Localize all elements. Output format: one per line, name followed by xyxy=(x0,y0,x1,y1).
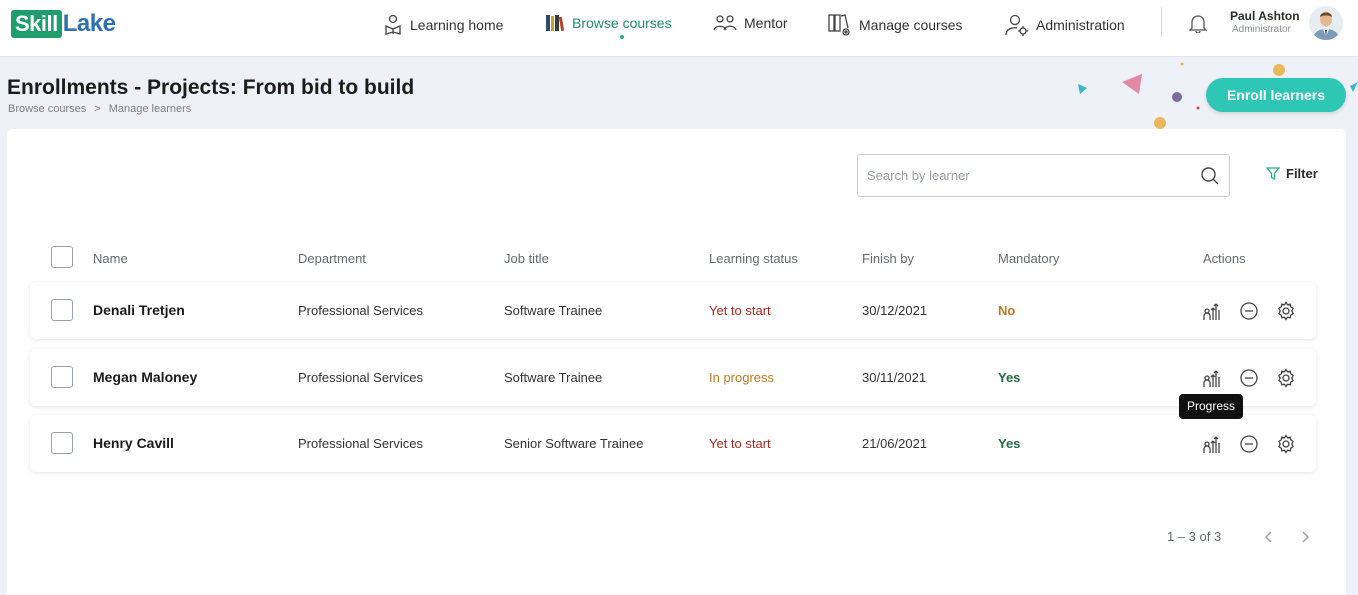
header-learning-status[interactable]: Learning status xyxy=(709,251,798,266)
learning-status-cell: Yet to start xyxy=(709,436,771,451)
search-box[interactable] xyxy=(857,154,1230,197)
table-row[interactable]: Henry Cavill Professional Services Senio… xyxy=(30,415,1316,472)
nav-manage-courses-label: Manage courses xyxy=(859,17,963,33)
settings-gear-icon[interactable] xyxy=(1276,301,1296,321)
nav-mentor[interactable]: Mentor xyxy=(713,8,788,38)
breadcrumb-manage-learners: Manage learners xyxy=(108,103,192,115)
settings-gear-icon[interactable] xyxy=(1276,434,1296,454)
header-job-title[interactable]: Job title xyxy=(504,251,549,266)
administration-icon xyxy=(1005,14,1028,36)
learning-home-icon xyxy=(385,14,401,35)
logo-lake-text: Lake xyxy=(62,10,116,37)
finish-by-cell: 30/11/2021 xyxy=(862,370,927,385)
remove-icon[interactable] xyxy=(1239,301,1259,321)
job-title-cell: Senior Software Trainee xyxy=(504,436,644,451)
nav-browse-courses-label: Browse courses xyxy=(572,15,672,31)
active-nav-indicator xyxy=(620,35,624,39)
chevron-right-icon[interactable] xyxy=(1297,529,1313,545)
skilllake-logo[interactable]: Skill Lake xyxy=(11,9,116,39)
progress-tooltip: Progress xyxy=(1179,394,1244,419)
page-title: Enrollments - Projects: From bid to buil… xyxy=(7,76,415,99)
header-name[interactable]: Name xyxy=(93,251,128,266)
nav-divider xyxy=(1161,7,1162,37)
filter-label: Filter xyxy=(1286,166,1318,181)
breadcrumb: Browse courses > Manage learners xyxy=(8,103,191,115)
header-actions: Actions xyxy=(1203,251,1246,266)
remove-icon[interactable] xyxy=(1239,368,1259,388)
top-navigation-bar: Skill Lake Learning home Browse courses … xyxy=(0,0,1358,57)
enroll-learners-button[interactable]: Enroll learners xyxy=(1206,78,1346,112)
finish-by-cell: 21/06/2021 xyxy=(862,436,928,451)
logo-skill-text: Skill xyxy=(11,10,62,38)
finish-by-cell: 30/12/2021 xyxy=(862,303,928,318)
learner-name[interactable]: Megan Maloney xyxy=(93,349,197,406)
enrollments-card: Filter Name Department Job title Learnin… xyxy=(7,129,1346,595)
search-icon[interactable] xyxy=(1200,166,1220,186)
filter-icon xyxy=(1266,166,1280,180)
manage-courses-icon xyxy=(828,14,850,36)
bell-icon[interactable] xyxy=(1189,13,1207,33)
row-checkbox[interactable] xyxy=(51,366,73,388)
row-checkbox[interactable] xyxy=(51,299,73,321)
learning-status-cell: Yet to start xyxy=(709,303,771,318)
user-name: Paul Ashton xyxy=(1230,9,1300,23)
learning-status-cell: In progress xyxy=(709,370,775,385)
mentor-icon xyxy=(713,15,737,31)
chevron-left-icon[interactable] xyxy=(1261,529,1277,545)
learner-name[interactable]: Denali Tretjen xyxy=(93,282,185,339)
header-department[interactable]: Department xyxy=(298,251,366,266)
nav-administration-label: Administration xyxy=(1036,17,1125,33)
pagination-range: 1 – 3 of 3 xyxy=(1167,529,1222,544)
progress-icon[interactable] xyxy=(1202,301,1222,321)
books-icon xyxy=(546,15,565,32)
table-row[interactable]: Denali Tretjen Professional Services Sof… xyxy=(30,282,1316,339)
table-row[interactable]: Megan Maloney Professional Services Soft… xyxy=(30,349,1316,406)
select-all-checkbox[interactable] xyxy=(51,246,73,268)
remove-icon[interactable] xyxy=(1239,434,1259,454)
mandatory-cell: No xyxy=(998,303,1016,318)
filter-button[interactable]: Filter xyxy=(1266,166,1318,181)
progress-icon[interactable] xyxy=(1202,434,1222,454)
mandatory-cell: Yes xyxy=(998,436,1021,451)
header-finish-by[interactable]: Finish by xyxy=(862,251,914,266)
breadcrumb-browse-courses[interactable]: Browse courses xyxy=(8,103,86,115)
breadcrumb-separator: > xyxy=(94,103,101,115)
job-title-cell: Software Trainee xyxy=(504,303,603,318)
mandatory-cell: Yes xyxy=(998,370,1021,385)
department-cell: Professional Services xyxy=(298,436,423,451)
header-mandatory[interactable]: Mandatory xyxy=(998,251,1059,266)
department-cell: Professional Services xyxy=(298,303,423,318)
avatar-image xyxy=(1309,6,1343,40)
department-cell: Professional Services xyxy=(298,370,423,385)
learner-name[interactable]: Henry Cavill xyxy=(93,415,174,472)
row-checkbox[interactable] xyxy=(51,432,73,454)
nav-browse-courses[interactable]: Browse courses xyxy=(545,8,672,38)
user-role: Administrator xyxy=(1232,24,1291,35)
nav-learning-home-label: Learning home xyxy=(410,17,504,33)
nav-administration[interactable]: Administration xyxy=(1005,10,1125,40)
nav-manage-courses[interactable]: Manage courses xyxy=(828,10,963,40)
avatar[interactable] xyxy=(1309,6,1343,40)
progress-icon[interactable] xyxy=(1202,368,1222,388)
nav-learning-home[interactable]: Learning home xyxy=(383,10,503,40)
settings-gear-icon[interactable] xyxy=(1276,368,1296,388)
nav-mentor-label: Mentor xyxy=(744,15,788,31)
job-title-cell: Software Trainee xyxy=(504,370,603,385)
search-input[interactable] xyxy=(867,168,1200,183)
